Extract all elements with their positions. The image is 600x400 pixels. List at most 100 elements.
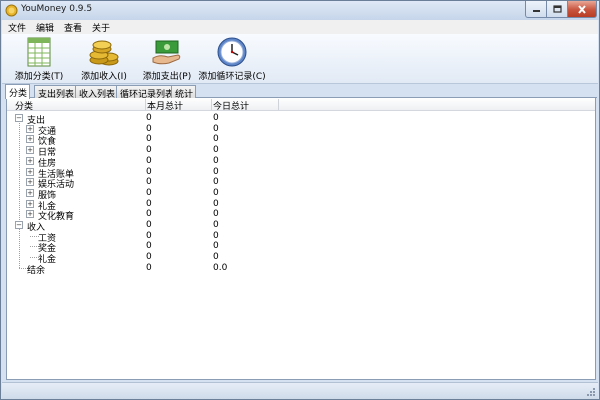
month-total-value: 0 [146,145,152,156]
month-total-value: 0 [146,155,152,166]
maximize-button[interactable] [547,1,568,18]
tree-row[interactable]: + 饮食 0 0 [7,134,595,147]
category-name: 结余 [27,265,46,276]
collapse-icon[interactable]: − [15,221,23,229]
column-divider[interactable] [145,99,146,110]
expand-icon[interactable]: + [26,199,34,208]
add-income-button[interactable]: 添加收入(I) [76,36,132,82]
today-total-value: 0 [213,252,219,263]
month-total-value: 0 [146,134,152,145]
menu-about[interactable]: 关于 [86,20,114,34]
window-title: YouMoney 0.9.5 [21,4,93,14]
add-recurring-label: 添加循环记录(C) [198,72,266,82]
tree-row[interactable]: − 支出 0 0 [7,113,595,126]
add-category-button[interactable]: 添加分类(T) [14,36,64,82]
today-total-value: 0 [213,220,219,230]
today-total-value: 0 [213,134,219,145]
money-hand-icon [152,40,181,65]
tree-row[interactable]: + 文化教育 0 0 [7,209,595,222]
today-total-value: 0 [213,155,219,166]
menu-bar: 文件 编辑 查看 关于 [2,20,598,34]
menu-edit[interactable]: 编辑 [30,20,58,34]
tree-row[interactable]: − 收入 0 0 [7,220,595,233]
month-total-value: 0 [146,198,152,209]
tab-recurring-list[interactable]: 循环记录列表 [116,85,178,100]
column-today-total[interactable]: 今日总计 [213,99,249,112]
expand-icon[interactable]: + [26,135,34,144]
tree-row[interactable]: 工资 0 0 [7,230,595,244]
month-total-value: 0 [146,262,152,273]
menu-file[interactable]: 文件 [2,20,30,34]
coins-icon [89,40,119,66]
tree-row[interactable]: + 娱乐活动 0 0 [7,177,595,190]
toolbar: 添加分类(T) 添加收入(I) 添加支出(P) 添加循环记录(C) [2,34,598,84]
month-total-value: 0 [146,241,152,252]
tree-row[interactable]: 礼金 0 0 [7,252,595,265]
month-total-value: 0 [146,113,152,123]
close-icon [578,4,586,14]
title-bar[interactable]: YouMoney 0.9.5 [1,1,599,20]
tab-category[interactable]: 分类 [5,84,31,99]
today-total-value: 0 [213,230,219,241]
tree-row[interactable]: + 交通 0 0 [7,123,595,137]
expand-icon[interactable]: + [26,178,34,187]
expand-icon[interactable]: + [26,156,34,165]
resize-grip-icon[interactable] [586,387,596,397]
month-total-value: 0 [146,252,152,263]
column-category[interactable]: 分类 [15,99,33,112]
tree-row[interactable]: 奖金 0 0 [7,241,595,254]
expand-icon[interactable]: + [26,146,34,155]
status-bar [2,382,598,399]
expand-icon[interactable]: + [26,210,34,219]
collapse-icon[interactable]: − [15,114,23,122]
expand-icon[interactable]: + [26,188,34,197]
column-month-total[interactable]: 本月总计 [147,99,183,112]
minimize-button[interactable] [525,1,547,18]
today-total-value: 0 [213,123,219,134]
category-tree-grid[interactable]: 分类 本月总计 今日总计 − 支出 0 0 + 交通 0 0 + 饮食 0 0 + 日常 0 0 + 住房 0 0 + 生… [6,98,596,380]
add-expense-button[interactable]: 添加支出(P) [141,36,193,82]
close-button[interactable] [568,1,597,18]
add-income-label: 添加收入(I) [81,72,127,82]
add-recurring-button[interactable]: 添加循环记录(C) [198,36,266,82]
minimize-icon [532,10,540,12]
tree-row[interactable]: + 礼金 0 0 [7,198,595,212]
today-total-value: 0 [213,209,219,220]
maximize-icon [552,5,562,13]
column-header: 分类 本月总计 今日总计 [7,98,595,112]
month-total-value: 0 [146,230,152,241]
today-total-value: 0 [213,187,219,198]
today-total-value: 0 [213,241,219,252]
month-total-value: 0 [146,220,152,230]
tree-row[interactable]: + 日常 0 0 [7,145,595,158]
column-divider[interactable] [278,99,279,110]
expand-icon[interactable]: + [26,124,34,133]
today-total-value: 0 [213,198,219,209]
app-window: YouMoney 0.9.5 文件 编辑 查看 关于 添加分类(T) 添加收入(… [0,0,600,400]
tree-row[interactable]: + 住房 0 0 [7,155,595,169]
tree-row[interactable]: + 服饰 0 0 [7,187,595,201]
tab-strip: 分类 支出列表 收入列表 循环记录列表 统计 [5,84,597,100]
today-total-value: 0 [213,145,219,156]
month-total-value: 0 [146,187,152,198]
add-category-label: 添加分类(T) [14,72,64,82]
month-total-value: 0 [146,166,152,177]
month-total-value: 0 [146,123,152,134]
column-divider[interactable] [211,99,212,110]
coin-icon [5,4,18,17]
clock-icon [217,37,247,67]
month-total-value: 0 [146,177,152,188]
today-total-value: 0 [213,113,219,123]
tree-row[interactable]: + 生活账单 0 0 [7,166,595,180]
today-total-value: 0.0 [213,262,228,273]
today-total-value: 0 [213,166,219,177]
add-expense-label: 添加支出(P) [142,72,192,82]
tab-expense-list[interactable]: 支出列表 [34,85,78,100]
expand-icon[interactable]: + [26,167,34,176]
month-total-value: 0 [146,209,152,220]
tab-statistics[interactable]: 统计 [171,85,197,100]
tab-income-list[interactable]: 收入列表 [75,85,119,100]
tree-row[interactable]: 结余 0 0.0 [7,262,595,276]
menu-view[interactable]: 查看 [58,20,86,34]
spreadsheet-icon [27,37,51,67]
